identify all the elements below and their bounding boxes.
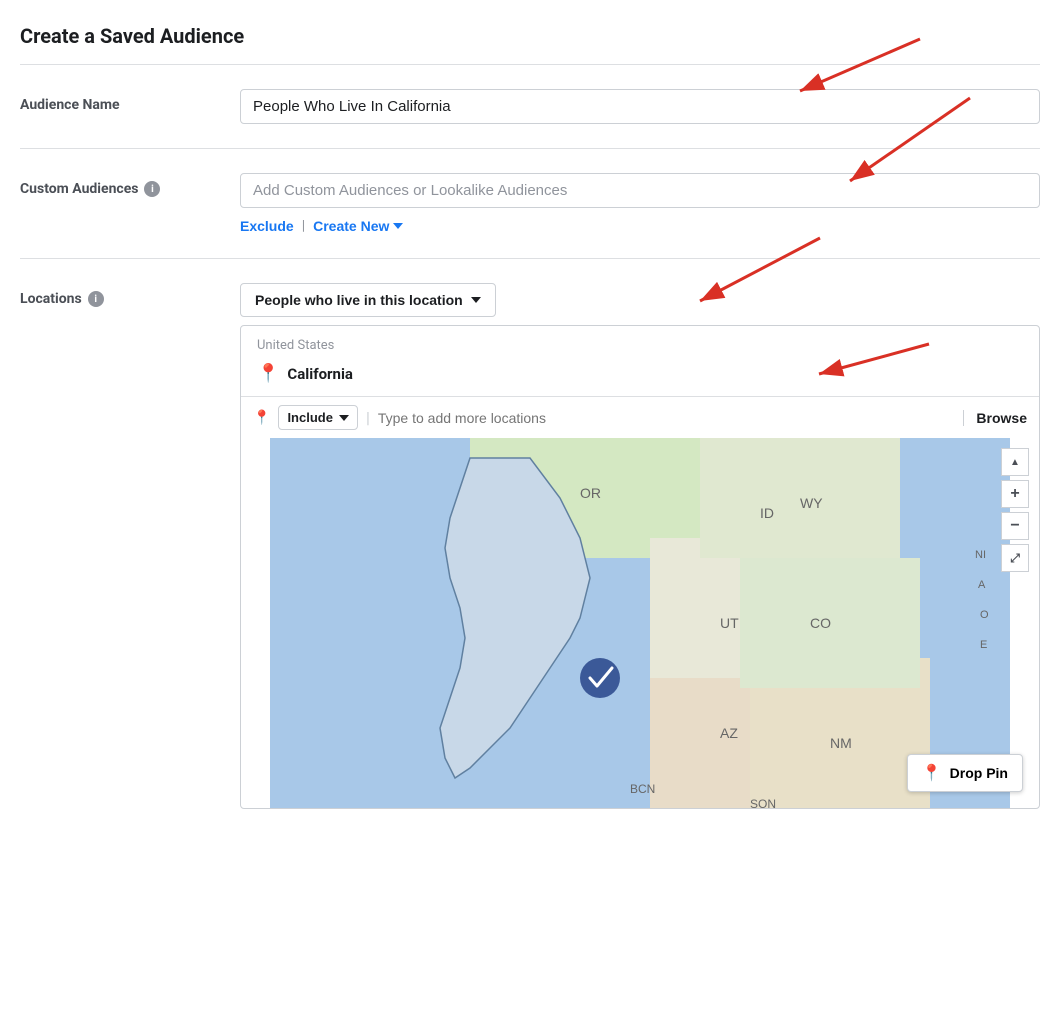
drop-pin-icon: 📍 bbox=[922, 763, 942, 783]
location-search-input[interactable] bbox=[378, 410, 956, 426]
pin-icon: 📍 bbox=[257, 363, 279, 384]
svg-text:ID: ID bbox=[760, 505, 774, 521]
svg-text:NM: NM bbox=[830, 735, 852, 751]
page-title: Create a Saved Audience bbox=[20, 24, 1040, 65]
svg-text:E: E bbox=[980, 639, 987, 651]
drop-pin-button[interactable]: 📍 Drop Pin bbox=[907, 754, 1023, 792]
location-item: 📍 California bbox=[241, 357, 1039, 396]
locations-label: Locations i bbox=[20, 283, 240, 307]
location-type-dropdown[interactable]: People who live in this location bbox=[240, 283, 496, 317]
svg-text:SON: SON bbox=[750, 797, 776, 808]
svg-text:AZ: AZ bbox=[720, 725, 738, 741]
location-search-row: 📍 Include | Browse bbox=[241, 396, 1039, 438]
locations-info-icon[interactable]: i bbox=[88, 291, 104, 307]
custom-audiences-field-content: Exclude | Create New bbox=[240, 173, 1040, 234]
map-svg: OR ID WY UT CO AZ NM bbox=[241, 438, 1039, 808]
custom-audiences-links: Exclude | Create New bbox=[240, 218, 1040, 234]
svg-text:UT: UT bbox=[720, 615, 739, 631]
page-container: Create a Saved Audience Audience Name Cu… bbox=[0, 0, 1060, 881]
locations-field-content: People who live in this location United … bbox=[240, 283, 1040, 809]
create-new-button[interactable]: Create New bbox=[313, 218, 403, 234]
svg-text:BCN: BCN bbox=[630, 782, 655, 796]
custom-audiences-input[interactable] bbox=[240, 173, 1040, 208]
exclude-button[interactable]: Exclude bbox=[240, 218, 294, 234]
include-pin-icon: 📍 bbox=[253, 410, 270, 426]
custom-audiences-label: Custom Audiences i bbox=[20, 173, 240, 197]
map-controls: ▲ + − ⤢ bbox=[1001, 448, 1029, 572]
custom-audiences-info-icon[interactable]: i bbox=[144, 181, 160, 197]
zoom-in-button[interactable]: + bbox=[1001, 480, 1029, 508]
svg-text:CO: CO bbox=[810, 615, 831, 631]
locations-box: United States 📍 California bbox=[240, 325, 1040, 809]
svg-text:WY: WY bbox=[800, 495, 823, 511]
svg-text:NI: NI bbox=[975, 549, 986, 561]
zoom-out-button[interactable]: − bbox=[1001, 512, 1029, 540]
svg-text:A: A bbox=[978, 579, 986, 591]
svg-text:O: O bbox=[980, 609, 989, 621]
custom-audiences-row: Custom Audiences i Exclude | Create New bbox=[20, 173, 1040, 259]
svg-text:OR: OR bbox=[580, 485, 601, 501]
create-new-chevron-icon bbox=[393, 223, 403, 229]
map-container: OR ID WY UT CO AZ NM bbox=[241, 438, 1039, 808]
browse-button[interactable]: Browse bbox=[963, 410, 1027, 426]
include-chevron-icon bbox=[339, 415, 349, 421]
search-divider: | bbox=[366, 408, 370, 427]
audience-name-input[interactable] bbox=[240, 89, 1040, 124]
scroll-up-button[interactable]: ▲ bbox=[1001, 448, 1029, 476]
audience-name-field-content bbox=[240, 89, 1040, 124]
include-button[interactable]: Include bbox=[278, 405, 358, 430]
audience-name-row: Audience Name bbox=[20, 89, 1040, 149]
location-country: United States bbox=[241, 326, 1039, 357]
location-type-chevron-icon bbox=[471, 297, 481, 303]
expand-button[interactable]: ⤢ bbox=[1001, 544, 1029, 572]
locations-row: Locations i People who live in this loca… bbox=[20, 283, 1040, 833]
audience-name-label: Audience Name bbox=[20, 89, 240, 113]
